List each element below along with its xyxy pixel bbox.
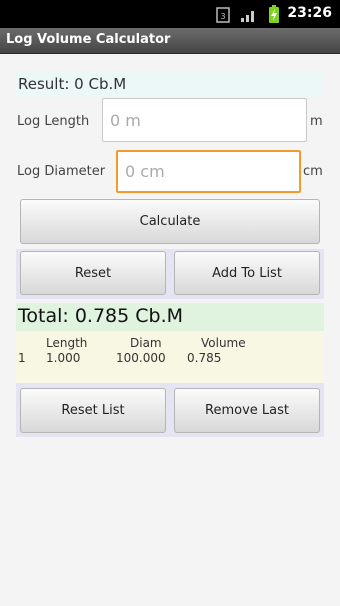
- wifi-signal-icon: [241, 11, 254, 22]
- battery-icon: [269, 5, 279, 23]
- log-length-input[interactable]: [102, 98, 307, 142]
- app-title: Log Volume Calculator: [6, 32, 171, 47]
- notification-icon: 3: [216, 7, 230, 23]
- result-row: Result: 0 Cb.M: [16, 71, 324, 97]
- svg-text:3: 3: [220, 12, 225, 21]
- remove-last-button[interactable]: Remove Last: [174, 388, 320, 433]
- volume-list: Length Diam Volume 1 1.000 100.000 0.785: [16, 331, 324, 383]
- list-item-diam: 100.000: [116, 351, 166, 365]
- reset-list-button[interactable]: Reset List: [20, 388, 166, 433]
- list-item-index: 1: [18, 351, 26, 365]
- list-header-length: Length: [46, 336, 88, 350]
- log-length-unit: m: [310, 114, 323, 129]
- list-header-volume: Volume: [201, 336, 246, 350]
- status-time: 23:26: [287, 5, 332, 21]
- reset-button[interactable]: Reset: [20, 251, 166, 295]
- list-header-diam: Diam: [130, 336, 162, 350]
- total-text: Total: 0.785 Cb.M: [18, 305, 184, 327]
- result-text: Result: 0 Cb.M: [18, 75, 127, 93]
- title-bar: Log Volume Calculator: [0, 28, 340, 54]
- calculate-button[interactable]: Calculate: [20, 199, 320, 244]
- log-diameter-unit: cm: [303, 164, 323, 179]
- log-length-label: Log Length: [17, 114, 90, 129]
- status-bar: 3 23:26: [0, 0, 340, 28]
- add-to-list-button[interactable]: Add To List: [174, 251, 320, 295]
- list-item-length: 1.000: [46, 351, 81, 365]
- list-item-volume: 0.785: [187, 351, 222, 365]
- log-diameter-input[interactable]: [116, 150, 301, 193]
- log-diameter-label: Log Diameter: [17, 164, 106, 179]
- total-row: Total: 0.785 Cb.M: [16, 303, 324, 331]
